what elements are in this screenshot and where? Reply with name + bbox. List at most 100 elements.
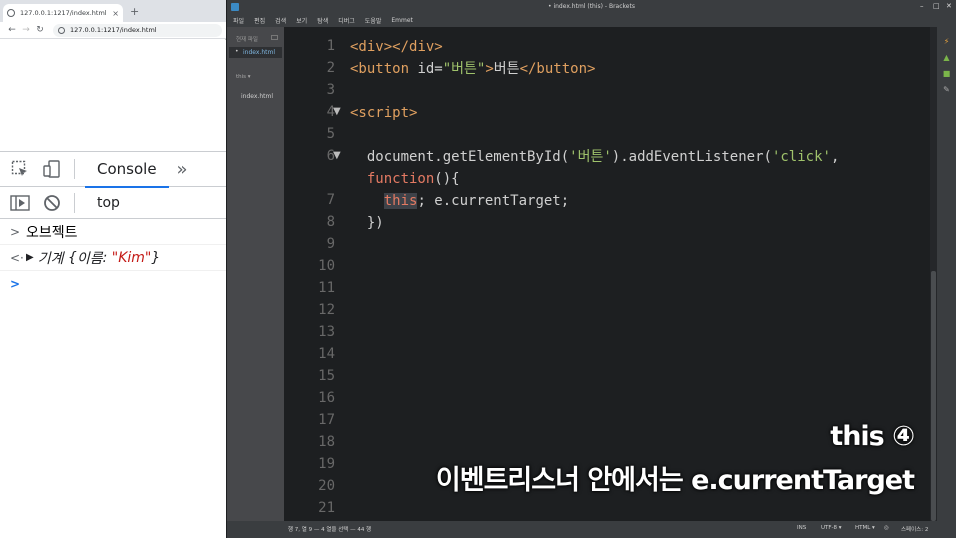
working-files-header: 현재 파일	[236, 37, 258, 43]
cursor-position: 행 7, 열 9 — 4 열을 선택 — 44 행	[288, 527, 372, 533]
menu-view[interactable]: 보기	[296, 16, 307, 25]
code-token: </div>	[392, 39, 443, 55]
live-preview-icon[interactable]: ⚡	[941, 37, 952, 47]
code-token: "버튼"	[442, 61, 486, 77]
menu-find[interactable]: 검색	[275, 16, 286, 25]
menu-emmet[interactable]: Emmet	[391, 17, 413, 24]
line-number: 16	[318, 390, 335, 406]
line-number: 13	[318, 324, 335, 340]
title-bar: • index.html (this) - Brackets – □ ✕	[227, 0, 956, 14]
code-token: <button	[350, 61, 410, 77]
right-toolbar: ⚡ ▲ ■ ✎	[937, 27, 956, 521]
vertical-scrollbar[interactable]	[930, 27, 937, 521]
code-token: >	[485, 61, 494, 77]
sidebar-toggle-icon[interactable]	[8, 191, 32, 215]
code-token: </button>	[519, 61, 596, 77]
line-number: 9	[326, 236, 335, 252]
menu-bar: 파일 편집 검색 보기 탐색 디버그 도움말 Emmet	[227, 14, 956, 27]
menu-help[interactable]: 도움말	[365, 16, 382, 25]
object-key: 이름	[76, 250, 103, 267]
browser-tab-bar: 127.0.0.1:1217/index.html × +	[0, 0, 226, 22]
object-brace-close: }	[151, 249, 161, 266]
console-prompt[interactable]: >	[0, 271, 226, 297]
project-dropdown[interactable]: this ▾	[236, 74, 251, 80]
menu-edit[interactable]: 편집	[254, 16, 265, 25]
code-token: (){	[434, 171, 460, 187]
code-token: ).addEventListener(	[611, 149, 772, 165]
object-colon: :	[102, 249, 108, 266]
status-bar: 행 7, 열 9 — 4 열을 선택 — 44 행 INS UTF-8 ▾ HT…	[227, 521, 956, 538]
modified-dot-icon: •	[235, 48, 239, 55]
window-title: • index.html (this) - Brackets	[548, 3, 635, 10]
working-file-item[interactable]: • index.html	[229, 47, 282, 58]
split-view-icon[interactable]	[271, 35, 278, 40]
fold-arrow-icon[interactable]: ▼	[333, 150, 341, 161]
close-tab-icon[interactable]: ×	[112, 9, 119, 18]
line-number: 18	[318, 434, 335, 450]
prompt-chevron-icon: >	[10, 277, 21, 291]
encoding-selector[interactable]: UTF-8 ▾	[821, 525, 842, 531]
insert-mode[interactable]: INS	[797, 525, 806, 531]
working-file-name: index.html	[243, 49, 275, 56]
line-number: 6	[326, 148, 335, 164]
new-tab-button[interactable]: +	[130, 5, 139, 19]
fold-arrow-icon[interactable]: ▼	[333, 106, 341, 117]
browser-window: 127.0.0.1:1217/index.html × + ← → ↻ 127.…	[0, 0, 226, 538]
menu-navigate[interactable]: 탐색	[317, 16, 328, 25]
code-line: <script>	[350, 102, 417, 124]
line-number: 2	[326, 60, 335, 76]
forward-icon[interactable]: →	[19, 25, 33, 35]
devtools-toolbar: Console »	[0, 152, 226, 188]
project-file-item[interactable]: index.html	[241, 93, 273, 100]
minimize-icon[interactable]: –	[920, 2, 924, 10]
line-number: 12	[318, 302, 335, 318]
object-brace-open: {	[67, 249, 77, 266]
tools-icon[interactable]: ✎	[941, 85, 952, 95]
scrollbar-thumb[interactable]	[931, 271, 936, 521]
line-number: 10	[318, 258, 335, 274]
menu-file[interactable]: 파일	[233, 16, 244, 25]
menu-debug[interactable]: 디버그	[338, 16, 355, 25]
code-line: <div></div>	[350, 36, 443, 58]
input-prompt-icon: >	[10, 224, 21, 239]
back-icon[interactable]: ←	[5, 25, 19, 35]
inspect-element-icon[interactable]	[8, 157, 32, 181]
line-number: 7	[326, 192, 335, 208]
linter-status-icon[interactable]: ◎	[884, 525, 889, 531]
line-number: 15	[318, 368, 335, 384]
indent-setting[interactable]: 스페이스: 2	[901, 525, 928, 533]
expand-triangle-icon[interactable]: ▶	[26, 252, 34, 263]
code-token: <script>	[350, 105, 418, 121]
line-number: 5	[326, 126, 335, 142]
code-line: document.getElementById('버튼').addEventLi…	[350, 146, 840, 168]
maximize-icon[interactable]: □	[933, 2, 940, 10]
tab-console[interactable]: Console	[85, 152, 169, 188]
line-number: 19	[318, 456, 335, 472]
extension-icon[interactable]: ■	[941, 69, 952, 79]
close-window-icon[interactable]: ✕	[946, 2, 952, 10]
language-selector[interactable]: HTML ▾	[855, 525, 875, 531]
object-type: 기계	[37, 250, 64, 267]
browser-tab[interactable]: 127.0.0.1:1217/index.html ×	[3, 4, 123, 22]
result-prompt-icon: <·	[10, 250, 24, 265]
code-line: function(){	[350, 168, 460, 190]
info-icon[interactable]	[58, 26, 65, 34]
reload-icon[interactable]: ↻	[33, 25, 47, 35]
context-selector[interactable]: top	[97, 195, 120, 211]
code-token: })	[350, 215, 384, 231]
url-text: 127.0.0.1:1217/index.html	[70, 26, 157, 34]
clear-console-icon[interactable]	[40, 191, 64, 215]
page-viewport[interactable]	[0, 40, 226, 151]
code-token: '버튼'	[569, 149, 612, 165]
caption-title: this ④	[830, 421, 915, 452]
code-token: 'click'	[771, 149, 831, 165]
more-tabs-icon[interactable]: »	[177, 159, 188, 180]
toolbar-divider	[74, 192, 75, 213]
line-gutter: 1 2 3 4 5 6 7 8 9 10 11 12 13 14 15 16 17 18 19 20 21 ▼ ▼	[284, 27, 344, 521]
extension-manager-icon[interactable]: ▲	[941, 53, 952, 63]
device-toggle-icon[interactable]	[40, 157, 64, 181]
console-line[interactable]: <· ▶ 기계 {이름: "Kim"}	[0, 245, 226, 271]
caption-subtitle: 이벤트리스너 안에서는 e.currentTarget	[435, 465, 915, 496]
url-field[interactable]: 127.0.0.1:1217/index.html	[53, 23, 222, 37]
